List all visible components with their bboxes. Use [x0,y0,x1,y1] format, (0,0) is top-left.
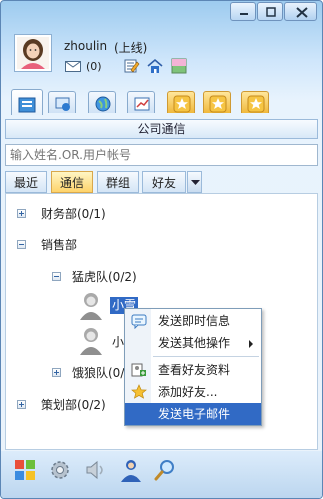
tab-recent[interactable]: 最近 [5,171,47,193]
expand-wolf-button[interactable] [52,368,61,377]
edit-icon[interactable] [124,58,140,74]
menu-send-instant[interactable]: 发送即时信息 [125,310,261,332]
tab-contacts[interactable] [11,89,43,115]
tab-communication[interactable]: 通信 [51,171,93,193]
tab-groups[interactable]: 群组 [97,171,139,193]
collapse-tiger-button[interactable] [52,272,61,281]
tab-favorite-1[interactable] [167,91,195,113]
picture-icon[interactable] [171,58,187,74]
contact-avatar-icon [80,293,102,320]
user-name: zhoulin [64,39,108,53]
minimize-icon [240,13,248,15]
menu-send-other-label: 发送其他操作 [158,336,231,350]
section-title: 公司通信 [5,119,318,139]
avatar[interactable] [14,34,52,72]
expand-finance-button[interactable] [17,209,26,218]
sound-icon[interactable] [84,458,108,482]
menu-send-other[interactable]: 发送其他操作 [125,332,261,354]
menu-separator [153,356,259,357]
mail-count: (0) [86,60,102,73]
main-tab-strip [1,88,322,115]
contact-avatar-icon [80,328,102,355]
menu-send-email-label: 发送电子邮件 [158,407,231,421]
submenu-arrow-icon [249,340,253,348]
chart-tab-icon [134,97,150,111]
restore-icon [266,7,276,17]
tabs-dropdown-button[interactable] [187,171,202,193]
star-tab-icon [209,95,227,113]
contacts-tab-icon [18,97,36,113]
menu-send-instant-label: 发送即时信息 [158,314,231,328]
menu-add-friend-label: 添加好友... [158,385,218,399]
menu-view-profile-label: 查看好友资料 [158,363,231,377]
globe-tab-icon [95,96,111,112]
tab-favorite-2[interactable] [203,91,231,113]
mail-icon[interactable] [65,61,81,72]
close-button[interactable] [284,2,317,21]
star-tab-icon [247,95,265,113]
dept-sales[interactable]: 销售部 [41,236,77,253]
tab-favorite-3[interactable] [241,91,269,113]
avatar-image [17,37,49,69]
search-icon[interactable] [153,458,177,482]
contact-2[interactable]: 小 [112,333,124,350]
home-icon[interactable] [147,58,163,74]
team-tiger[interactable]: 猛虎队(0/2) [72,268,137,285]
close-icon [296,7,308,18]
settings-icon[interactable] [48,458,72,482]
profile-icon [131,363,146,377]
minimize-button[interactable] [230,2,256,21]
menu-view-profile[interactable]: 查看好友资料 [125,359,261,381]
chevron-down-icon [191,180,200,185]
filter-tabs: 最近 通信 群组 好友 [5,171,318,193]
context-menu: 发送即时信息 发送其他操作 查看好友资料 添加好友... 发送电子邮件 [124,308,262,426]
user-icon[interactable] [119,458,143,484]
expand-planning-button[interactable] [17,400,26,409]
menu-send-email[interactable]: 发送电子邮件 [125,403,261,425]
tab-chart[interactable] [127,91,155,113]
collapse-sales-button[interactable] [17,240,26,249]
restore-button[interactable] [257,2,283,21]
menu-add-friend[interactable]: 添加好友... [125,381,261,403]
tab-globe[interactable] [88,91,116,113]
start-menu-icon[interactable] [13,458,37,482]
user-status[interactable]: (上线) [114,39,147,56]
tab-friends[interactable]: 好友 [142,171,186,193]
star-tab-icon [173,95,191,113]
group-tab-icon [55,97,70,111]
search-input[interactable] [5,144,318,166]
chat-bubble-icon [131,314,147,329]
star-icon [131,384,147,399]
tab-group[interactable] [48,91,76,113]
app-window: zhoulin (上线) (0) 公司通信 输入姓名.OR.用户帐号 最近 通信… [0,0,323,499]
dept-planning[interactable]: 策划部(0/2) [41,396,106,413]
dept-finance[interactable]: 财务部(0/1) [41,205,106,222]
